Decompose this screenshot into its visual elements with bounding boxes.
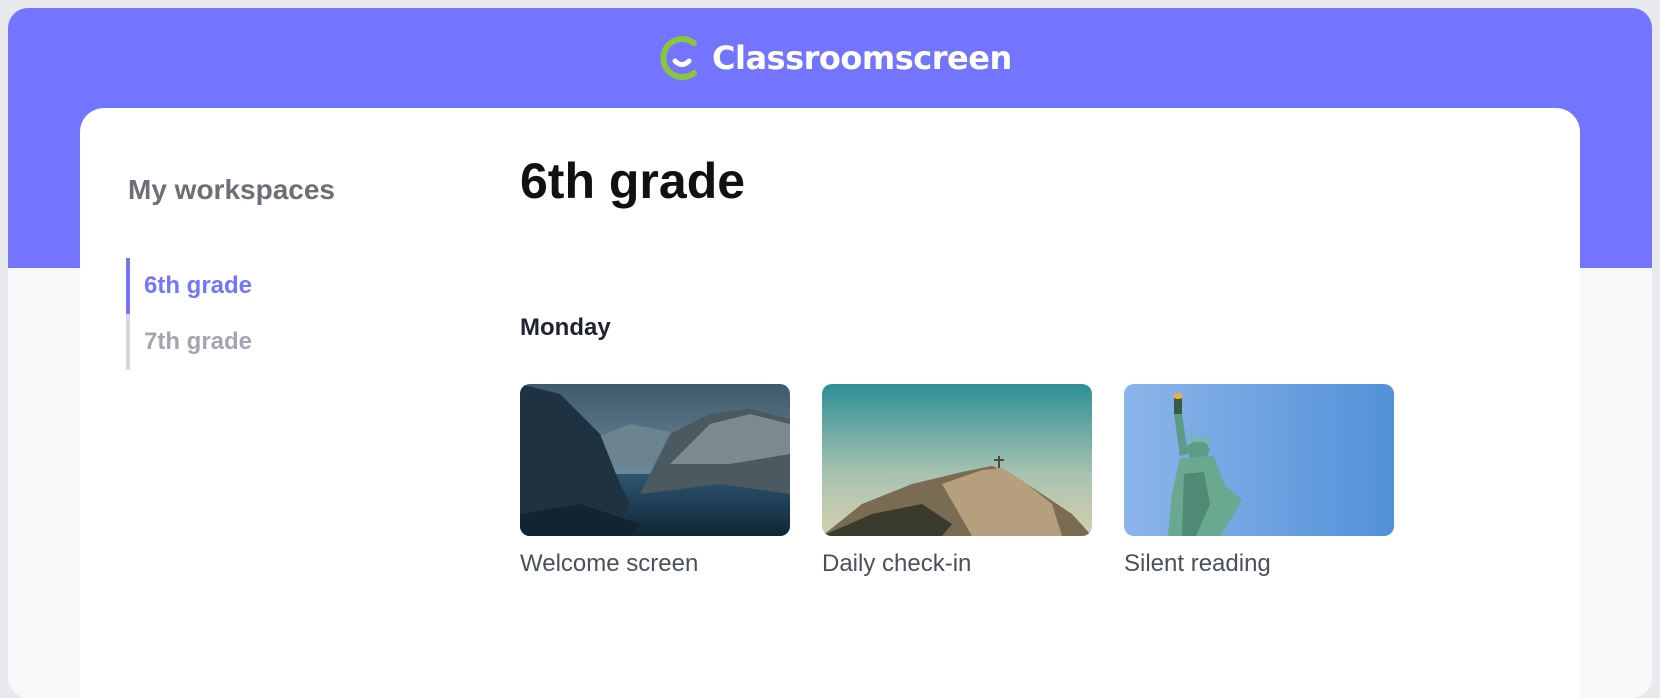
page-title: 6th grade <box>520 153 746 209</box>
sidebar-title: My workspaces <box>128 174 335 205</box>
brand-name: Classroomscreen <box>712 39 1012 77</box>
sidebar-item-label: 6th grade <box>144 272 253 299</box>
statue-of-liberty-image <box>1124 384 1394 536</box>
screen-tile-label: Daily check-in <box>822 550 972 577</box>
fjord-landscape-image <box>520 384 790 536</box>
workspace-list: 6th grade 7th grade <box>126 258 390 370</box>
screen-tile-label: Welcome screen <box>520 550 699 577</box>
mountain-statue-image <box>822 384 1092 536</box>
workspace-card: My workspaces 6th grade 7th grade 6th gr… <box>80 108 1580 698</box>
sidebar-item-6th-grade[interactable]: 6th grade <box>126 258 390 314</box>
screen-tile-silent-reading[interactable]: Silent reading <box>1124 384 1394 578</box>
section-heading-monday: Monday <box>520 314 611 341</box>
screen-tile-label: Silent reading <box>1124 550 1271 577</box>
app-window: Classroomscreen My workspaces 6th grade … <box>8 8 1652 698</box>
screen-tile-daily-checkin[interactable]: Daily check-in <box>822 384 1092 578</box>
sidebar-item-label: 7th grade <box>144 328 253 355</box>
screen-tiles: Welcome screen Daily check-in Silent rea… <box>520 384 1394 578</box>
sidebar-item-7th-grade[interactable]: 7th grade <box>130 314 390 370</box>
classroomscreen-logo-icon <box>660 36 697 80</box>
brand-logo[interactable]: Classroomscreen <box>658 30 1012 86</box>
screen-tile-welcome[interactable]: Welcome screen <box>520 384 790 578</box>
